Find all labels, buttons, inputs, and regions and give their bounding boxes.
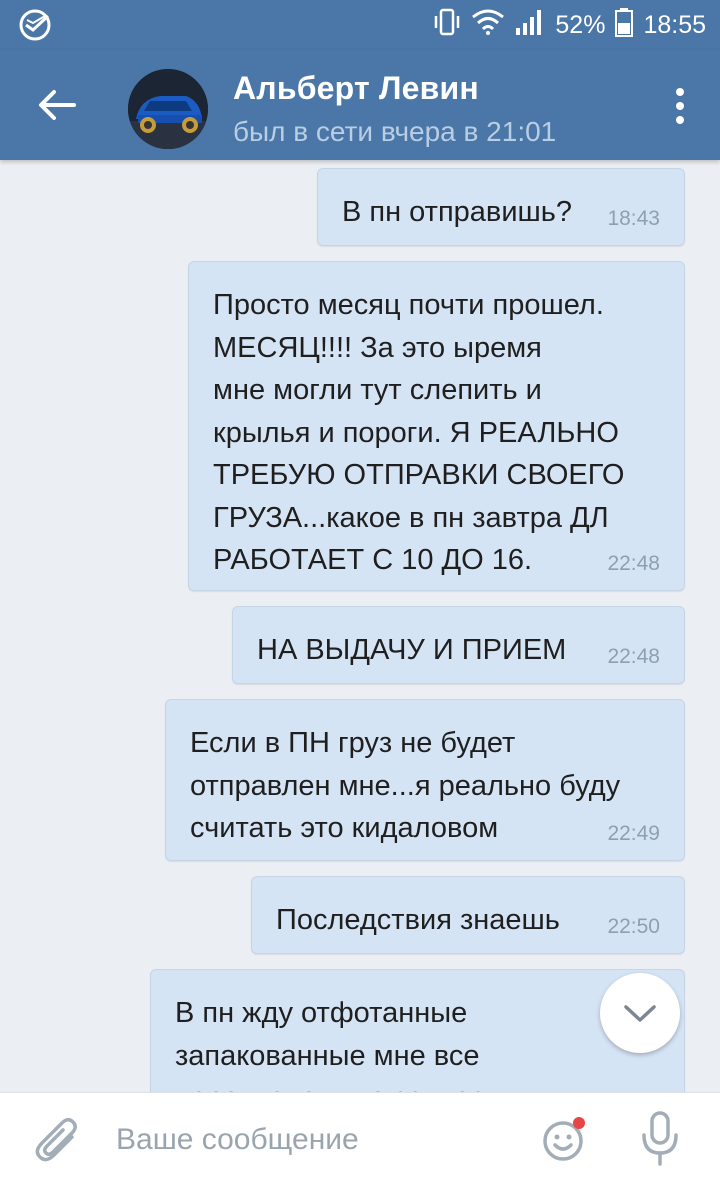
message-time: 22:49 — [607, 822, 660, 845]
voice-message-button[interactable] — [640, 1111, 680, 1167]
wifi-icon — [471, 8, 505, 43]
battery-percent: 52% — [555, 10, 606, 39]
message-text: Последствия знаешь — [276, 904, 560, 936]
message-text: Просто месяц почти прошел. МЕСЯЦ!!!! За … — [213, 289, 625, 576]
contact-name[interactable]: Альберт Левин — [233, 70, 479, 107]
message-time: 22:48 — [607, 552, 660, 575]
signal-icon — [515, 8, 545, 43]
message-bubble[interactable]: НА ВЫДАЧУ И ПРИЕМ 22:48 — [232, 606, 685, 684]
chevron-down-icon — [624, 1005, 656, 1022]
message-bubble[interactable]: Последствия знаешь 22:50 — [251, 876, 685, 954]
message-text: В пн жду отфотанные запакованные мне все… — [175, 997, 514, 1092]
message-list[interactable]: В пн отправишь? 18:43 Просто месяц почти… — [0, 160, 720, 1092]
more-options-button[interactable] — [670, 84, 690, 128]
emoji-icon — [543, 1117, 585, 1161]
message-time: 18:43 — [607, 207, 660, 230]
message-bubble[interactable]: Если в ПН груз не будет отправлен мне...… — [165, 699, 685, 861]
message-text: Если в ПН груз не будет отправлен мне...… — [190, 727, 621, 844]
message-text: НА ВЫДАЧУ И ПРИЕМ — [257, 634, 567, 666]
paperclip-icon — [35, 1118, 77, 1162]
message-input[interactable] — [116, 1117, 516, 1163]
attach-button[interactable] — [34, 1115, 82, 1167]
status-bar: 52% 18:55 — [0, 0, 720, 50]
scroll-down-button[interactable] — [600, 973, 680, 1053]
contact-avatar[interactable] — [128, 69, 208, 149]
microphone-icon — [642, 1111, 678, 1166]
emoji-button[interactable] — [540, 1113, 590, 1163]
message-time: 22:50 — [607, 915, 660, 938]
back-button[interactable] — [34, 82, 80, 128]
message-bubble[interactable]: В пн отправишь? 18:43 — [317, 168, 685, 246]
more-vert-icon — [676, 88, 684, 124]
message-text: В пн отправишь? — [342, 196, 573, 228]
message-time: 22:48 — [607, 645, 660, 668]
back-arrow-icon — [39, 90, 76, 120]
message-composer — [0, 1092, 720, 1188]
message-bubble[interactable]: Просто месяц почти прошел. МЕСЯЦ!!!! За … — [188, 261, 685, 591]
chat-header: Альберт Левин был в сети вчера в 21:01 — [0, 50, 720, 160]
last-seen-status: был в сети вчера в 21:01 — [233, 116, 557, 147]
sberbank-logo-icon — [18, 8, 54, 42]
battery-icon — [615, 7, 634, 44]
clock: 18:55 — [643, 10, 706, 39]
vibrate-icon — [433, 7, 461, 44]
